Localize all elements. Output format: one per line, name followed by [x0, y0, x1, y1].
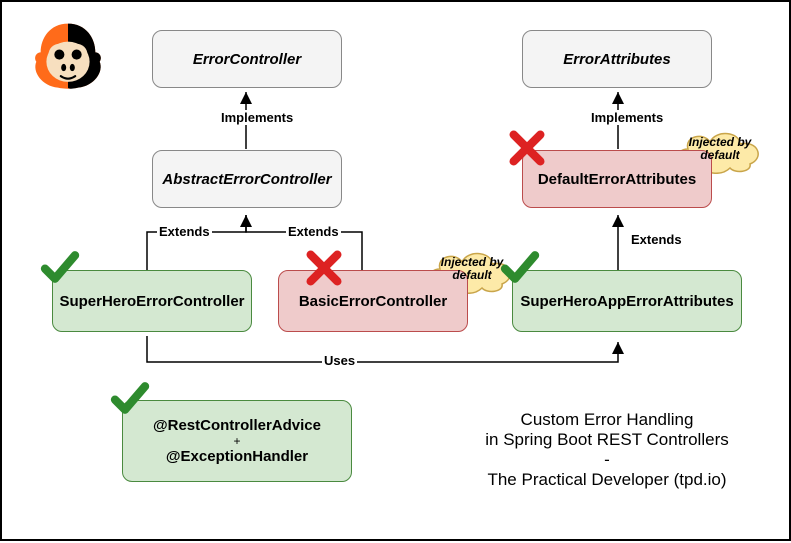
caption-line-2: in Spring Boot REST Controllers — [447, 430, 767, 450]
advice-plus-label: + — [233, 434, 240, 448]
exception-handler-label: @ExceptionHandler — [166, 448, 308, 465]
check-icon — [110, 378, 150, 418]
error-controller-box: ErrorController — [152, 30, 342, 88]
abstract-error-controller-label: AbstractErrorController — [162, 171, 331, 188]
cloud-injected-1-label: Injected by default — [422, 256, 522, 282]
error-attributes-box: ErrorAttributes — [522, 30, 712, 88]
extends-label-3: Extends — [629, 232, 684, 247]
cloud-injected-2-label: Injected by default — [670, 136, 770, 162]
superhero-app-error-attributes-box: SuperHeroAppErrorAttributes — [512, 270, 742, 332]
caption-block: Custom Error Handling in Spring Boot RES… — [447, 410, 767, 490]
abstract-error-controller-box: AbstractErrorController — [152, 150, 342, 208]
error-controller-label: ErrorController — [193, 51, 301, 68]
cross-icon — [507, 128, 547, 168]
advice-box: @RestControllerAdvice + @ExceptionHandle… — [122, 400, 352, 482]
cloud-injected-1: Injected by default — [422, 244, 522, 294]
caption-line-1: Custom Error Handling — [447, 410, 767, 430]
rest-controller-advice-label: @RestControllerAdvice — [153, 417, 321, 434]
implements-label-1: Implements — [219, 110, 295, 125]
extends-label-2: Extends — [286, 224, 341, 239]
monkey-logo — [32, 20, 104, 92]
check-icon — [40, 247, 80, 287]
uses-label: Uses — [322, 353, 357, 368]
superhero-app-error-attributes-label: SuperHeroAppErrorAttributes — [520, 293, 733, 310]
implements-label-2: Implements — [589, 110, 665, 125]
cross-icon — [304, 248, 344, 288]
error-attributes-label: ErrorAttributes — [563, 51, 671, 68]
extends-label-1: Extends — [157, 224, 212, 239]
caption-line-4: The Practical Developer (tpd.io) — [447, 470, 767, 490]
caption-line-3: - — [447, 450, 767, 470]
basic-error-controller-label: BasicErrorController — [299, 293, 447, 310]
cloud-injected-2: Injected by default — [670, 124, 770, 174]
superhero-error-controller-box: SuperHeroErrorController — [52, 270, 252, 332]
superhero-error-controller-label: SuperHeroErrorController — [59, 293, 244, 310]
